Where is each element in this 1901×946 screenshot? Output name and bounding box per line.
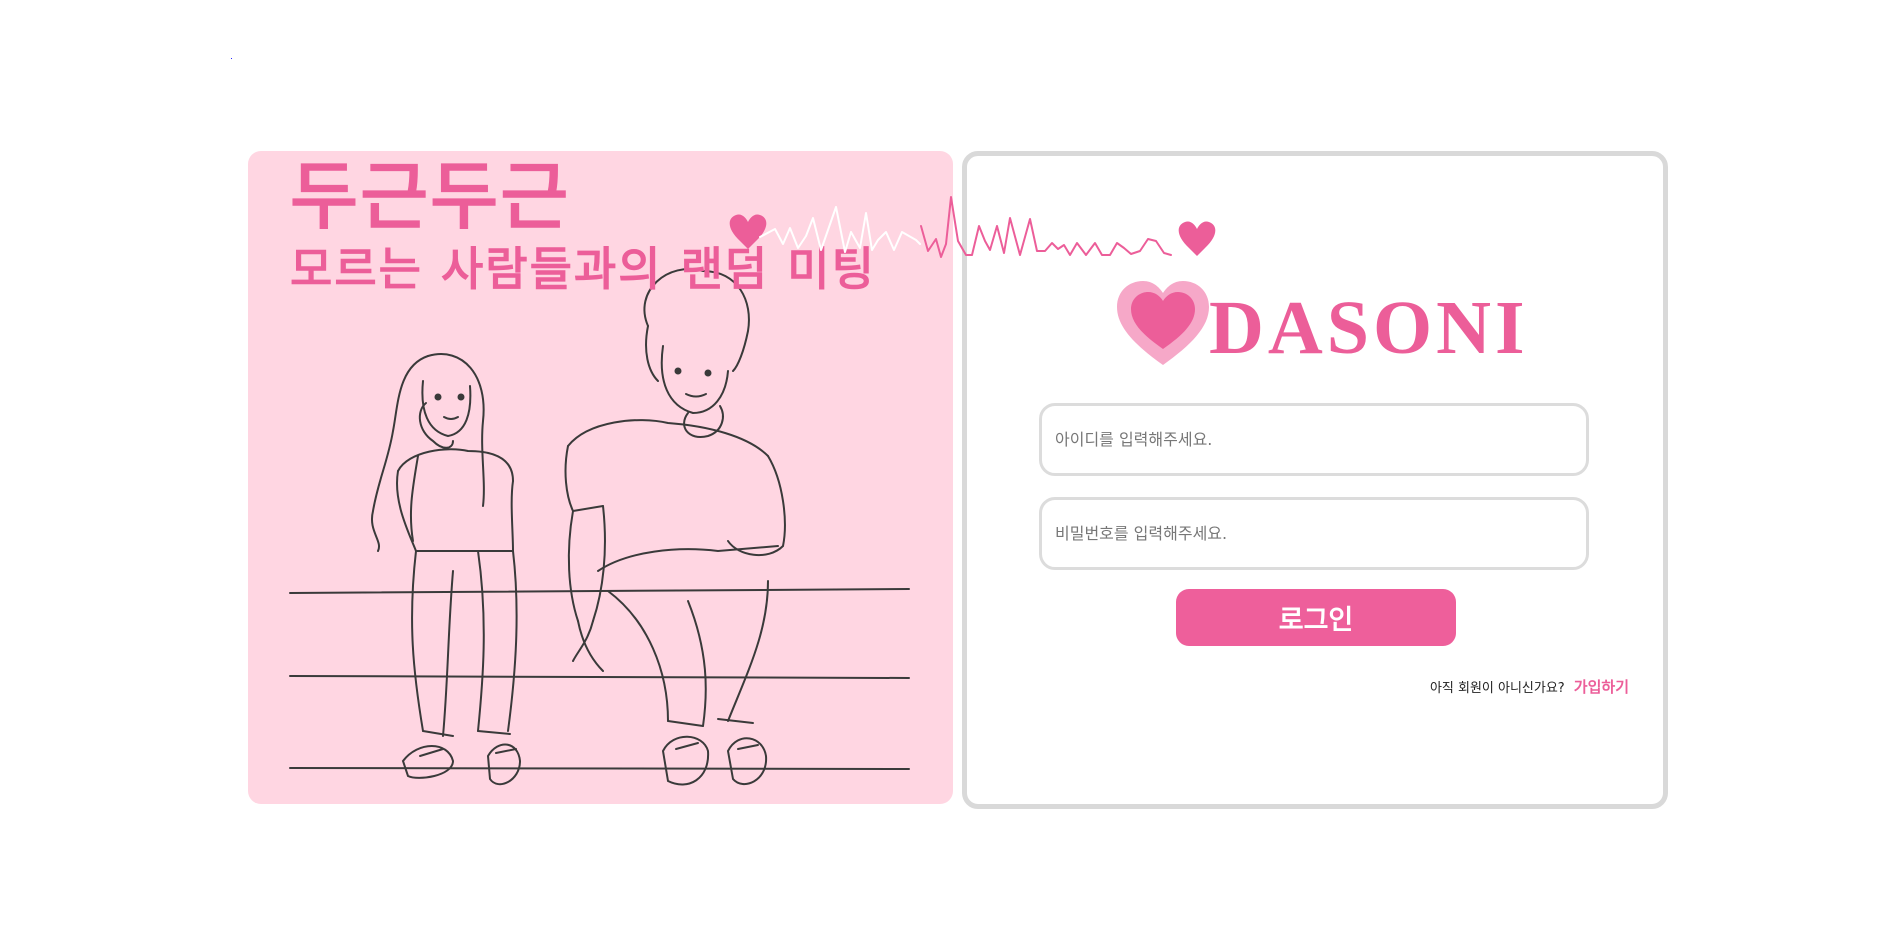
- id-field[interactable]: [1039, 403, 1589, 476]
- dasoni-logo: DASONI: [1115, 279, 1535, 379]
- signup-row: 아직 회원이 아니신가요? 가입하기: [1430, 676, 1629, 697]
- hero-title: 두근두근: [290, 154, 571, 240]
- hero-subtitle: 모르는 사람들과의 랜덤 미팅: [290, 242, 876, 296]
- logo-text: DASONI: [1209, 286, 1529, 370]
- signup-question: 아직 회원이 아니신가요?: [1429, 681, 1565, 696]
- password-field[interactable]: [1039, 497, 1589, 570]
- hero-panel: 두근두근 모르는 사람들과의 랜덤 미팅: [248, 151, 953, 804]
- signup-link[interactable]: 가입하기: [1574, 678, 1629, 696]
- id-input[interactable]: [1042, 406, 1586, 473]
- heart-icon: [1117, 281, 1209, 365]
- login-button[interactable]: 로그인: [1176, 589, 1456, 646]
- password-input[interactable]: [1042, 500, 1586, 567]
- login-panel: DASONI 로그인 아직 회원이 아니신가요? 가입하기: [962, 151, 1668, 809]
- stray-dot: [231, 58, 232, 59]
